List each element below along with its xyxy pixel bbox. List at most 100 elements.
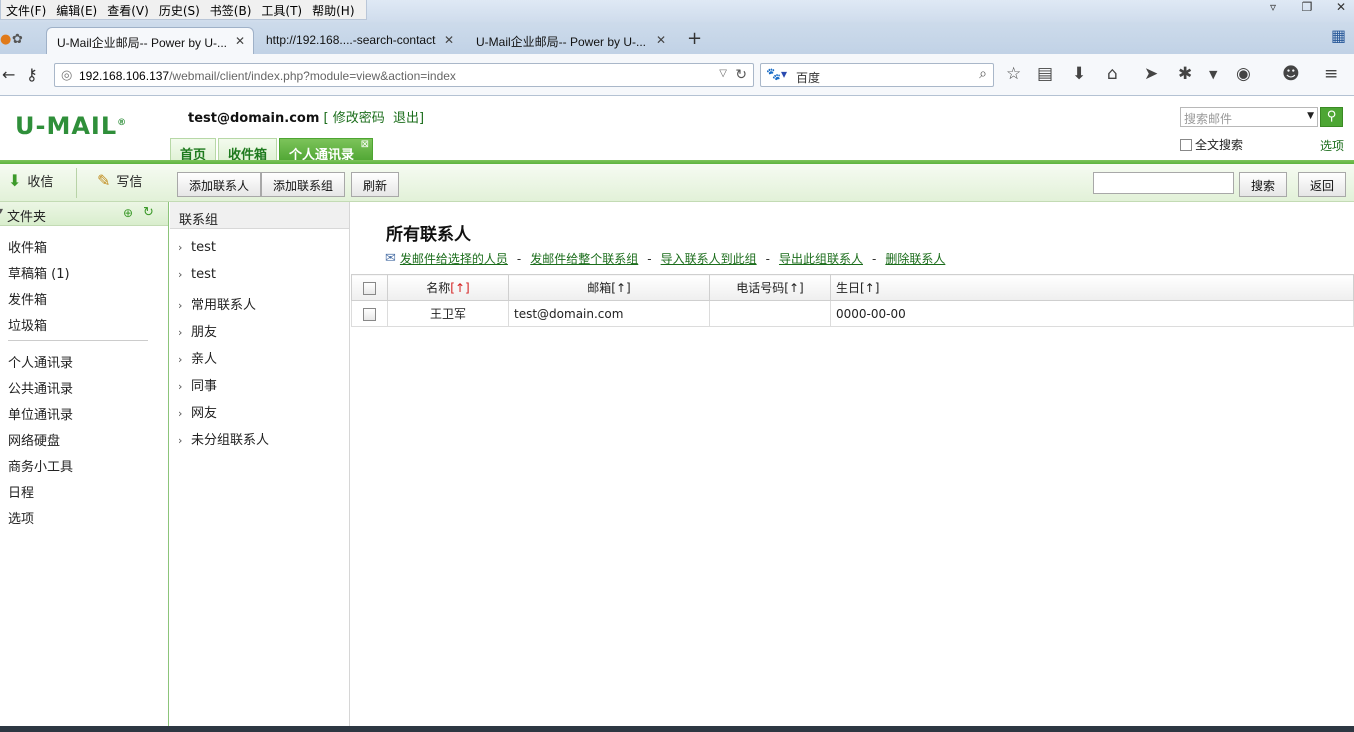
sidebar-item-sent[interactable]: 发件箱 <box>8 289 47 308</box>
browser-tab-1[interactable]: U-Mail企业邮局-- Power by U-... ✕ <box>46 27 254 54</box>
smiley-icon[interactable]: ☻ <box>1282 64 1300 84</box>
folder-header: ▾ 文件夹 ⊕ ↻ <box>0 202 168 226</box>
chevron-down-icon[interactable]: ▼ <box>1209 68 1217 81</box>
key-icon[interactable]: ⚷ <box>26 65 38 84</box>
new-tab-icon[interactable]: + <box>687 28 702 49</box>
collapse-triangle-icon[interactable]: ▾ <box>0 206 3 217</box>
menu-help[interactable]: 帮助(H) <box>307 0 359 19</box>
sidebar-item-trash[interactable]: 垃圾箱 <box>8 315 47 334</box>
browser-tab-2[interactable]: http://192.168....-search-contact ✕ <box>256 27 462 54</box>
column-email[interactable]: 邮箱[↑] <box>508 274 710 301</box>
contact-name[interactable]: 王卫军 <box>387 300 509 327</box>
back-button[interactable]: 返回 <box>1298 172 1347 197</box>
sidebar-item-public-contacts[interactable]: 公共通讯录 <box>8 378 73 397</box>
search-engine-icon[interactable]: 🐾▾ <box>766 67 787 81</box>
menu-bookmarks[interactable]: 书签(B) <box>205 0 257 19</box>
refresh-icon[interactable]: ↻ <box>143 205 154 220</box>
group-item-family[interactable]: › 亲人 <box>178 348 217 367</box>
mail-search-button[interactable]: ⚲ <box>1320 107 1343 127</box>
tab-inbox[interactable]: 收件箱 <box>218 138 278 163</box>
refresh-button[interactable]: 刷新 <box>351 172 400 197</box>
contact-birthday: 0000-00-00 <box>830 300 1354 327</box>
mail-group-link[interactable]: 发邮件给整个联系组 <box>530 250 638 267</box>
sync-icon[interactable]: ◉ <box>1236 64 1251 84</box>
sidebar-item-options[interactable]: 选项 <box>8 508 34 527</box>
row-checkbox[interactable] <box>363 307 376 321</box>
fulltext-checkbox[interactable] <box>1180 138 1192 151</box>
column-phone[interactable]: 电话号码[↑] <box>709 274 831 301</box>
add-folder-icon[interactable]: ⊕ <box>123 206 133 220</box>
tab-home[interactable]: 首页 <box>170 138 217 163</box>
browser-tab-3[interactable]: U-Mail企业邮局-- Power by U-... ✕ <box>466 27 674 54</box>
tab-personal-contacts[interactable]: 个人通讯录 ⊠ <box>279 138 374 163</box>
sidebar-item-org-contacts[interactable]: 单位通讯录 <box>8 404 73 423</box>
delete-contacts-link[interactable]: 删除联系人 <box>885 250 945 267</box>
sidebar-item-personal-contacts[interactable]: 个人通讯录 <box>8 352 73 371</box>
receive-mail-button[interactable]: ⬇ 收信 <box>8 171 53 190</box>
sidebar-item-calendar[interactable]: 日程 <box>8 482 34 501</box>
address-bar[interactable]: ◎ 192.168.106.137/webmail/client/index.p… <box>54 63 754 87</box>
home-icon[interactable]: ⌂ <box>1107 64 1118 84</box>
browser-menubar: 文件(F) 编辑(E) 查看(V) 历史(S) 书签(B) 工具(T) 帮助(H… <box>0 0 1354 22</box>
group-item-frequent[interactable]: › 常用联系人 <box>178 294 256 313</box>
menu-edit[interactable]: 编辑(E) <box>51 0 102 19</box>
search-icon[interactable]: ⌕ <box>979 66 987 82</box>
search-button[interactable]: 搜索 <box>1239 172 1288 197</box>
chevron-right-icon: › <box>178 268 183 281</box>
close-tab-icon[interactable]: ✕ <box>235 34 245 48</box>
tab-groups-icon[interactable]: ▦ <box>1331 26 1346 45</box>
group-label: 同事 <box>191 379 218 394</box>
column-birthday[interactable]: 生日[↑] <box>830 274 1354 301</box>
menu-view[interactable]: 查看(V) <box>102 0 154 19</box>
options-link[interactable]: 选项 <box>1320 137 1344 154</box>
contact-email[interactable]: test@domain.com <box>508 300 710 327</box>
back-arrow-icon[interactable]: ← <box>2 65 15 84</box>
close-tab-icon[interactable]: ✕ <box>656 33 666 47</box>
mail-selected-link[interactable]: 发邮件给选择的人员 <box>400 250 508 267</box>
export-contacts-link[interactable]: 导出此组联系人 <box>779 250 863 267</box>
close-tab-icon[interactable]: ✕ <box>444 33 454 47</box>
minimize-icon[interactable]: ▿ <box>1266 0 1280 14</box>
browser-search-box[interactable]: 🐾▾ 百度 ⌕ <box>760 63 994 87</box>
close-tab-icon[interactable]: ⊠ <box>361 139 369 150</box>
group-item-netfriends[interactable]: › 网友 <box>178 402 217 421</box>
sidebar-item-netdisk[interactable]: 网络硬盘 <box>8 430 60 449</box>
table-row[interactable]: 王卫军 test@domain.com 0000-00-00 <box>351 300 1354 327</box>
send-icon[interactable]: ➤ <box>1144 64 1158 84</box>
close-icon[interactable]: ✕ <box>1334 0 1348 14</box>
group-item-colleagues[interactable]: › 同事 <box>178 375 217 394</box>
addon-icon[interactable]: ✱ <box>1178 64 1192 84</box>
sidebar-item-inbox[interactable]: 收件箱 <box>8 237 47 256</box>
palette-icon[interactable]: ✿ <box>12 32 23 47</box>
add-contact-button[interactable]: 添加联系人 <box>177 172 262 197</box>
logout-link[interactable]: 退出 <box>393 111 419 126</box>
fulltext-search-toggle[interactable]: 全文搜索 <box>1180 136 1243 153</box>
restore-icon[interactable]: ❐ <box>1300 0 1314 14</box>
compose-mail-button[interactable]: ✎ 写信 <box>97 171 142 190</box>
search-icon: ⚲ <box>1326 109 1337 124</box>
reading-list-icon[interactable]: ▤ <box>1037 64 1053 84</box>
sidebar-item-drafts[interactable]: 草稿箱 (1) <box>8 263 70 282</box>
sidebar-item-business-tools[interactable]: 商务小工具 <box>8 456 73 475</box>
import-contacts-link[interactable]: 导入联系人到此组 <box>661 250 757 267</box>
contact-search-input[interactable] <box>1093 172 1234 194</box>
group-item-test-1[interactable]: › test <box>178 240 216 255</box>
group-item-friends[interactable]: › 朋友 <box>178 321 217 340</box>
mail-search-select[interactable]: 搜索邮件 ▼ <box>1180 107 1318 127</box>
hamburger-menu-icon[interactable]: ≡ <box>1324 64 1338 84</box>
menu-history[interactable]: 历史(S) <box>154 0 205 19</box>
umail-logo: U-MAIL® <box>15 112 127 140</box>
bookmark-star-icon[interactable]: ☆ <box>1006 64 1021 84</box>
menu-file[interactable]: 文件(F) <box>1 0 51 19</box>
add-group-button[interactable]: 添加联系组 <box>261 172 346 197</box>
group-item-test-2[interactable]: › test <box>178 267 216 282</box>
group-item-ungrouped[interactable]: › 未分组联系人 <box>178 429 269 448</box>
column-name[interactable]: 名称[↑] <box>387 274 509 301</box>
menu-tools[interactable]: 工具(T) <box>256 0 307 19</box>
download-icon[interactable]: ⬇ <box>1072 64 1086 84</box>
select-all-checkbox[interactable] <box>363 281 376 295</box>
change-password-link[interactable]: 修改密码 <box>333 111 385 126</box>
reload-icon[interactable]: ↻ <box>735 66 747 83</box>
dropdown-icon[interactable]: ▽ <box>719 68 727 79</box>
receive-label: 收信 <box>27 175 54 190</box>
